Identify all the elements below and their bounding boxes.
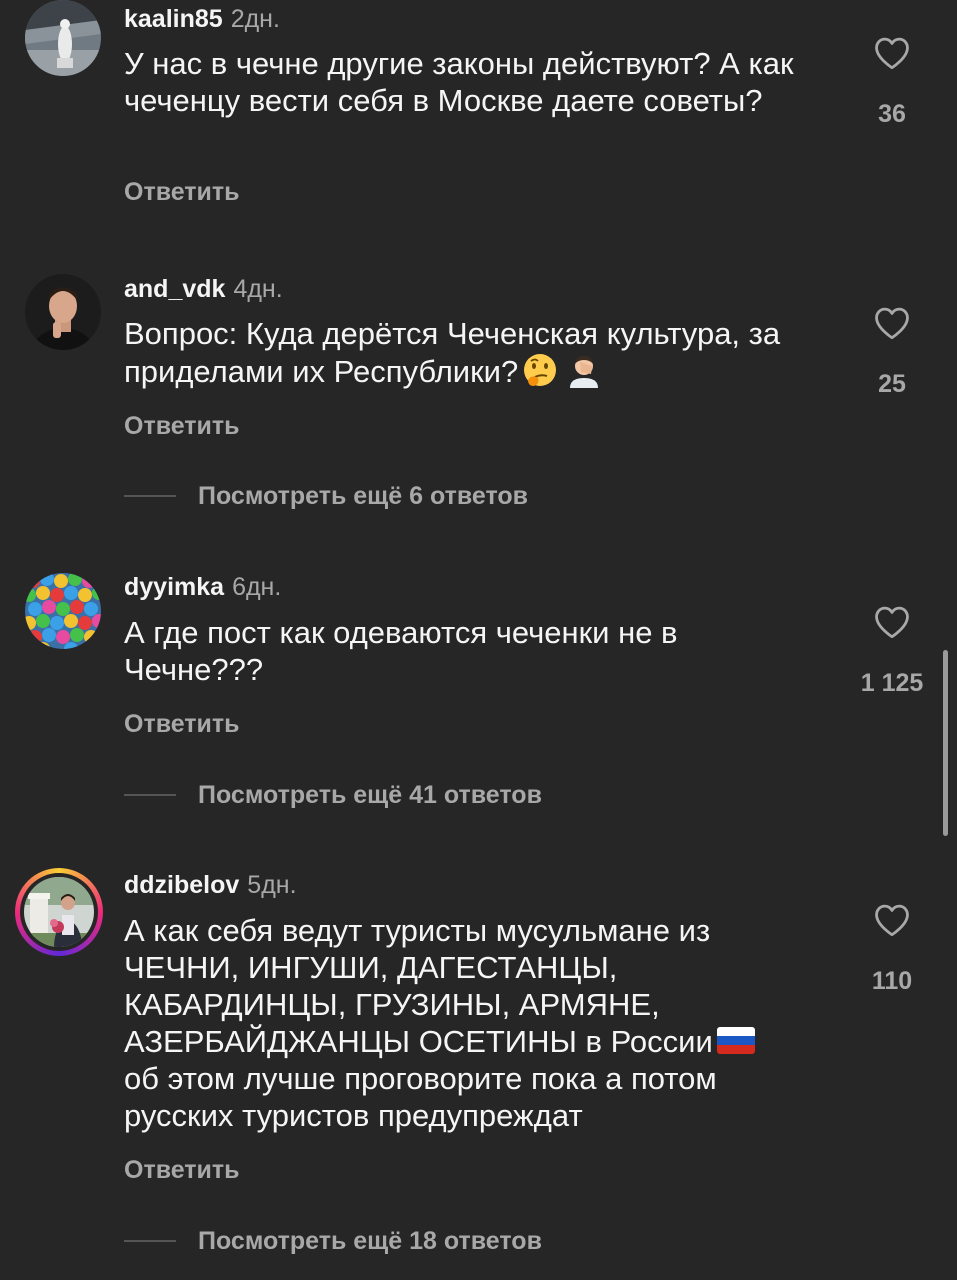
- avatar-photo-balls: [25, 573, 101, 649]
- like-count: 36: [878, 100, 906, 128]
- timestamp: 2дн.: [230, 5, 280, 33]
- username[interactable]: ddzibelov: [124, 871, 239, 899]
- comment-text: А где пост как одеваются чеченки не в Че…: [124, 615, 678, 687]
- view-more-replies-label[interactable]: Посмотреть ещё 18 ответов: [198, 1227, 542, 1256]
- comment-text-body: А как себя ведут туристы мусульмане из Ч…: [124, 913, 713, 1059]
- comment-text-continuation: об этом лучше проговорите пока а потом р…: [124, 1061, 717, 1133]
- like-button[interactable]: 110: [856, 903, 928, 996]
- username[interactable]: and_vdk: [124, 275, 225, 303]
- reply-button[interactable]: Ответить: [124, 710, 240, 739]
- avatar[interactable]: [25, 0, 101, 76]
- comment-header: kaalin85 2дн.: [124, 4, 280, 34]
- russia-flag-emoji: [716, 1027, 755, 1054]
- view-more-replies-label[interactable]: Посмотреть ещё 41 ответов: [198, 781, 542, 810]
- like-button[interactable]: 36: [856, 36, 928, 129]
- facepalm-emoji: [570, 356, 599, 388]
- like-count: 1 125: [860, 669, 924, 697]
- avatar-photo-statue: [25, 0, 101, 76]
- avatar-photo-man-with-flowers: [24, 877, 94, 947]
- like-button[interactable]: 25: [856, 306, 928, 399]
- comment-text-body: Вопрос: Куда дерётся Чеченская культура,…: [124, 316, 781, 389]
- thinking-face-emoji: [524, 354, 557, 386]
- avatar-image: [24, 877, 94, 947]
- comment-text: У нас в чечне другие законы действуют? А…: [124, 46, 794, 118]
- avatar[interactable]: [25, 573, 101, 649]
- avatar[interactable]: [25, 274, 101, 350]
- view-more-replies[interactable]: Посмотреть ещё 6 ответов: [124, 481, 528, 511]
- username[interactable]: kaalin85: [124, 5, 223, 33]
- view-more-replies[interactable]: Посмотреть ещё 18 ответов: [124, 1226, 542, 1256]
- heart-icon[interactable]: [873, 605, 911, 639]
- heart-icon[interactable]: [873, 36, 911, 70]
- view-more-replies-label[interactable]: Посмотреть ещё 6 ответов: [198, 482, 528, 511]
- username[interactable]: dyyimka: [124, 573, 224, 601]
- like-count: 110: [871, 967, 913, 995]
- avatar-photo-man: [25, 274, 101, 350]
- comment-header: ddzibelov 5дн.: [124, 870, 297, 900]
- comment-text: А как себя ведут туристы мусульмане из Ч…: [124, 912, 834, 1134]
- avatar[interactable]: [15, 868, 103, 956]
- divider-line: [124, 794, 176, 796]
- divider-line: [124, 495, 176, 497]
- reply-button[interactable]: Ответить: [124, 412, 240, 441]
- timestamp: 6дн.: [232, 573, 282, 601]
- view-more-replies[interactable]: Посмотреть ещё 41 ответов: [124, 780, 542, 810]
- heart-icon[interactable]: [873, 903, 911, 937]
- like-count: 25: [878, 370, 906, 398]
- heart-icon[interactable]: [873, 306, 911, 340]
- like-button[interactable]: 1 125: [856, 605, 928, 698]
- scrollbar-thumb[interactable]: [943, 650, 948, 836]
- comment-text: Вопрос: Куда дерётся Чеченская культура,…: [124, 315, 834, 390]
- timestamp: 4дн.: [233, 275, 283, 303]
- divider-line: [124, 1240, 176, 1242]
- comment-header: dyyimka 6дн.: [124, 572, 281, 602]
- comment-header: and_vdk 4дн.: [124, 274, 283, 304]
- avatar-story-ring: [20, 873, 98, 951]
- timestamp: 5дн.: [247, 871, 297, 899]
- reply-button[interactable]: Ответить: [124, 178, 240, 207]
- reply-button[interactable]: Ответить: [124, 1156, 240, 1185]
